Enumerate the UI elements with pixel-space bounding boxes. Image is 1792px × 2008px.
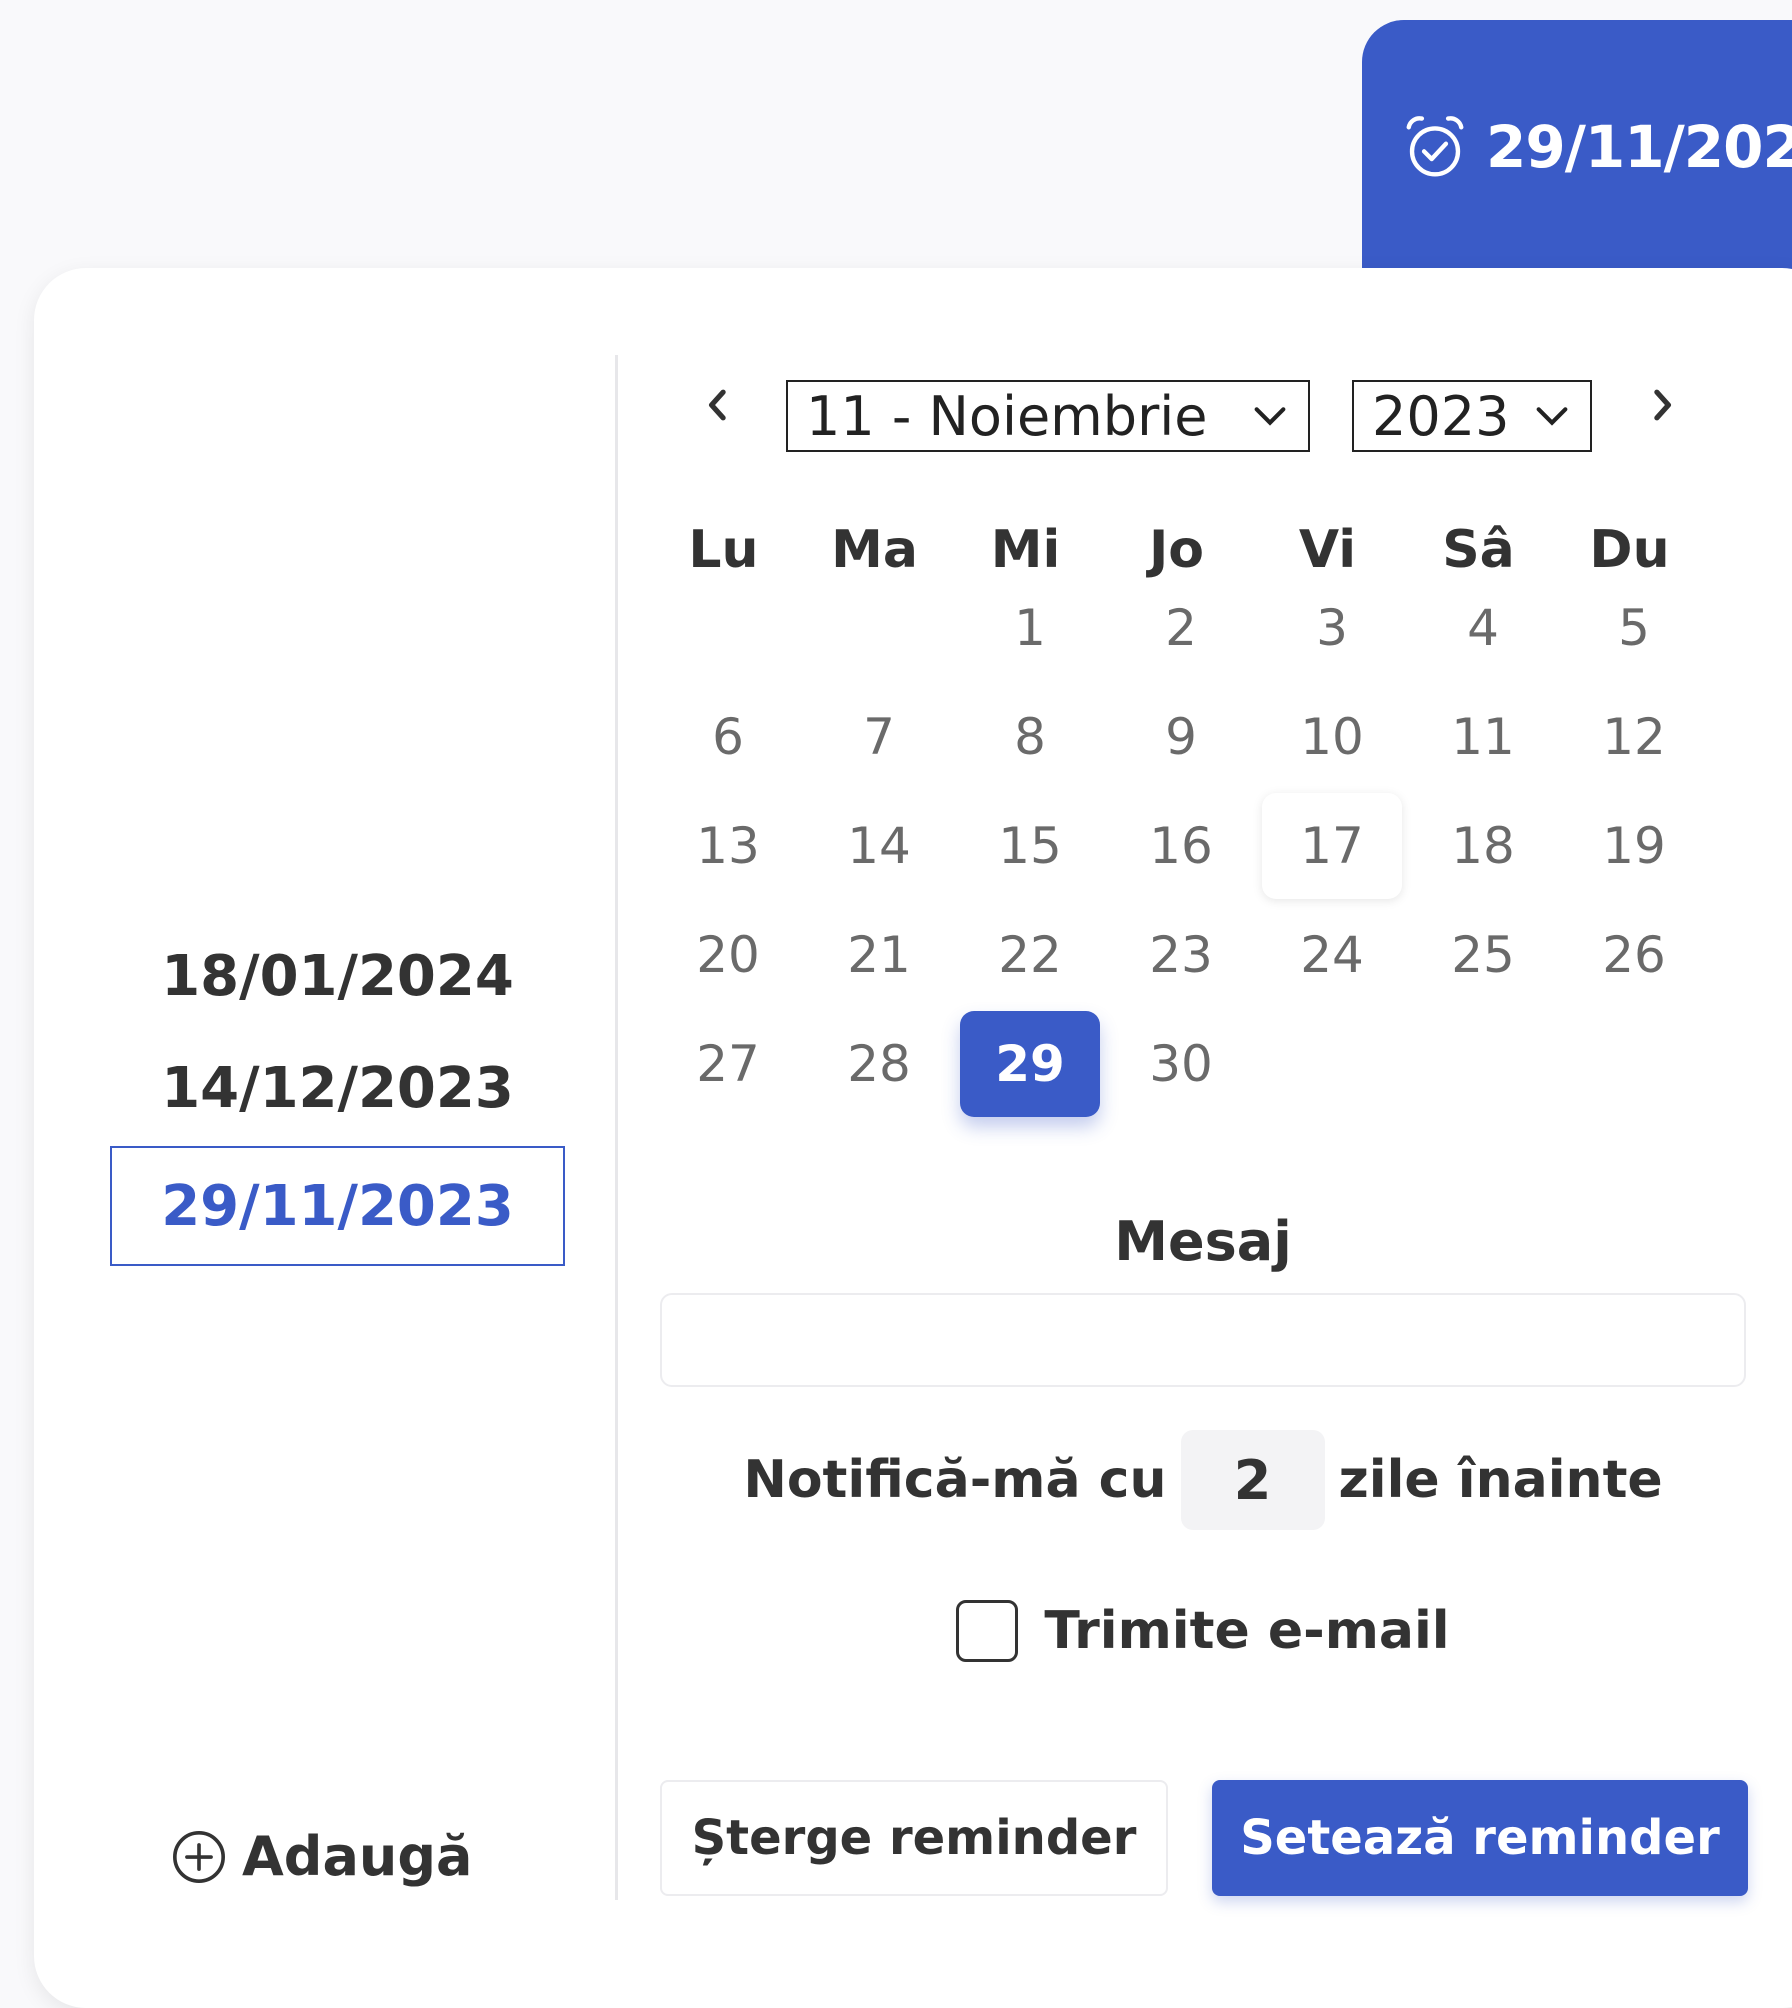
calendar-day[interactable]: 28 [809, 1011, 949, 1117]
calendar-day[interactable]: 18 [1413, 793, 1553, 899]
calendar-day[interactable]: 10 [1262, 684, 1402, 790]
calendar-day[interactable]: 7 [809, 684, 949, 790]
calendar-day[interactable]: 15 [960, 793, 1100, 899]
message-input[interactable] [660, 1293, 1746, 1387]
calendar-day[interactable]: 1 [960, 575, 1100, 681]
calendar-day[interactable]: 16 [1111, 793, 1251, 899]
notify-before-row: Notifică-mă cu zile înainte [660, 1430, 1746, 1530]
year-select-value: 2023 [1372, 384, 1510, 448]
calendar-day[interactable]: 13 [658, 793, 798, 899]
weekday-header: Ma [831, 520, 918, 580]
chevron-down-icon [1536, 407, 1568, 426]
calendar-day[interactable]: 9 [1111, 684, 1251, 790]
prev-month-button[interactable] [698, 380, 738, 430]
weekday-header: Mi [990, 520, 1061, 580]
calendar-day[interactable]: 8 [960, 684, 1100, 790]
calendar-day[interactable]: 12 [1564, 684, 1704, 790]
calendar-day[interactable]: 30 [1111, 1011, 1251, 1117]
calendar-day[interactable]: 22 [960, 902, 1100, 1008]
calendar-day[interactable]: 26 [1564, 902, 1704, 1008]
chevron-right-icon [1654, 389, 1671, 421]
send-email-label: Trimite e-mail [1044, 1601, 1450, 1661]
calendar-day[interactable]: 21 [809, 902, 949, 1008]
message-label: Mesaj [1114, 1210, 1292, 1273]
add-reminder-button[interactable]: Adaugă [170, 1825, 472, 1888]
weekday-header: Lu [688, 520, 759, 580]
send-email-row[interactable]: Trimite e-mail [660, 1600, 1746, 1662]
calendar-day[interactable]: 11 [1413, 684, 1553, 790]
calendar-day[interactable]: 3 [1262, 575, 1402, 681]
notify-days-input[interactable] [1180, 1430, 1325, 1530]
calendar-day[interactable]: 6 [658, 684, 798, 790]
trigger-date: 29/11/2023 [1486, 113, 1792, 181]
weekday-header: Vi [1298, 520, 1357, 580]
calendar-day[interactable]: 24 [1262, 902, 1402, 1008]
weekday-header: Jo [1148, 520, 1205, 580]
add-reminder-label: Adaugă [242, 1825, 473, 1888]
calendar-day-today[interactable]: 17 [1262, 793, 1402, 899]
set-reminder-button[interactable]: Setează reminder [1212, 1780, 1748, 1896]
weekday-header: Du [1589, 520, 1670, 580]
weekday-header: Sâ [1442, 520, 1515, 580]
calendar-day-selected[interactable]: 29 [960, 1011, 1100, 1117]
alarm-clock-check-icon [1406, 116, 1464, 177]
delete-reminder-button[interactable]: Șterge reminder [660, 1780, 1168, 1896]
plus-circle-icon [173, 1830, 225, 1883]
calendar-day[interactable]: 2 [1111, 575, 1251, 681]
calendar-day[interactable]: 19 [1564, 793, 1704, 899]
month-select-value: 11 - Noiembrie [806, 384, 1208, 448]
calendar-day[interactable]: 5 [1564, 575, 1704, 681]
calendar-day[interactable]: 14 [809, 793, 949, 899]
calendar-day[interactable]: 23 [1111, 902, 1251, 1008]
year-select[interactable]: 2023 [1352, 380, 1592, 452]
saved-reminder-item[interactable]: 18/01/2024 [110, 920, 565, 1032]
notify-suffix-label: zile înainte [1338, 1450, 1663, 1510]
panel-divider [615, 355, 618, 1900]
notify-prefix-label: Notifică-mă cu [743, 1450, 1167, 1510]
chevron-left-icon [709, 389, 726, 421]
send-email-checkbox[interactable] [956, 1600, 1019, 1662]
chevron-down-icon [1254, 407, 1286, 426]
calendar-day[interactable]: 25 [1413, 902, 1553, 1008]
month-select[interactable]: 11 - Noiembrie [786, 380, 1310, 452]
calendar-day[interactable]: 20 [658, 902, 798, 1008]
saved-reminder-item[interactable]: 14/12/2023 [110, 1032, 565, 1144]
saved-reminder-item-selected[interactable]: 29/11/2023 [110, 1146, 565, 1266]
saved-reminders-list: 18/01/2024 14/12/2023 29/11/2023 [110, 920, 565, 1266]
calendar-day[interactable]: 4 [1413, 575, 1553, 681]
calendar-day[interactable]: 27 [658, 1011, 798, 1117]
next-month-button[interactable] [1642, 380, 1682, 430]
